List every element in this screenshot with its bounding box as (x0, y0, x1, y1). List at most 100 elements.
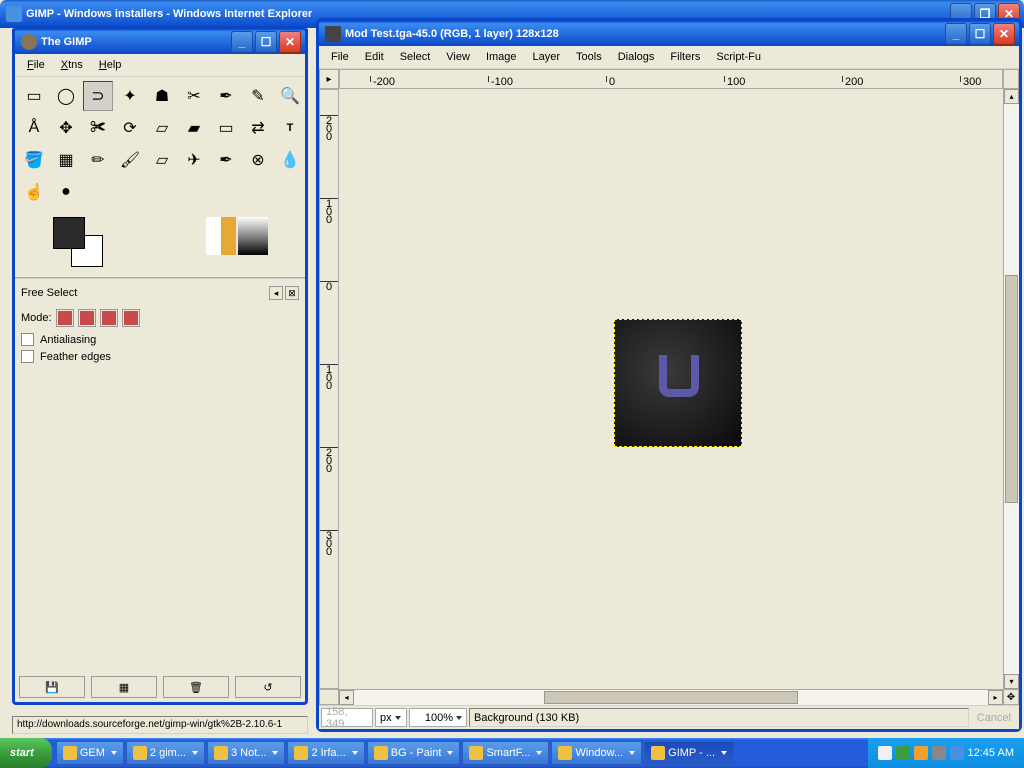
menu-file[interactable]: File (19, 56, 53, 74)
tool-shear[interactable]: ▰ (179, 113, 209, 143)
scroll-left-button[interactable]: ◂ (339, 690, 354, 705)
nav-corner-button[interactable]: ✥ (1003, 689, 1019, 705)
menu-select[interactable]: Select (392, 48, 439, 66)
taskbar-item[interactable]: 3 Not... (207, 741, 285, 765)
taskbar-item[interactable]: 2 gim... (126, 741, 205, 765)
scroll-right-button[interactable]: ▸ (988, 690, 1003, 705)
tool-fuzzy-select[interactable]: ✦ (115, 81, 145, 111)
menu-dialogs[interactable]: Dialogs (610, 48, 663, 66)
tool-rect-select[interactable]: ▭ (19, 81, 49, 111)
opts-close-button[interactable]: ⊠ (285, 286, 299, 300)
tool-free-select[interactable]: ⊃ (83, 81, 113, 111)
tool-airbrush[interactable]: ✈ (179, 145, 209, 175)
fg-color-swatch[interactable] (53, 217, 85, 249)
tool-blur[interactable]: 💧 (275, 145, 305, 175)
tray-network-icon[interactable] (950, 746, 964, 760)
taskbar-item[interactable]: SmartF... (462, 741, 549, 765)
menu-file[interactable]: File (323, 48, 357, 66)
status-zoom-select[interactable]: 100% (409, 708, 467, 727)
opts-save-button[interactable]: 💾 (19, 676, 85, 698)
tool-smudge[interactable]: ☝ (19, 177, 49, 207)
mode-subtract-button[interactable] (100, 309, 118, 327)
scroll-thumb-v[interactable] (1005, 275, 1018, 503)
tool-clone[interactable]: ⊗ (243, 145, 273, 175)
scroll-thumb-h[interactable] (544, 691, 798, 704)
tool-eraser[interactable]: ▱ (147, 145, 177, 175)
scroll-down-button[interactable]: ▾ (1004, 674, 1019, 689)
antialiasing-checkbox[interactable] (21, 333, 34, 346)
brush-indicator[interactable] (206, 217, 236, 255)
status-unit-select[interactable]: px (375, 708, 407, 727)
toolbox-close-button[interactable]: ✕ (279, 31, 301, 53)
scroll-up-button[interactable]: ▴ (1004, 89, 1019, 104)
menu-edit[interactable]: Edit (357, 48, 392, 66)
ruler-corner-toggle[interactable]: ▸ (319, 69, 339, 89)
tray-volume-icon[interactable] (932, 746, 946, 760)
image-maximize-button[interactable]: ☐ (969, 23, 991, 45)
tool-flip[interactable]: ⇄ (243, 113, 273, 143)
tool-dodge[interactable]: ● (51, 177, 81, 207)
tool-measure[interactable]: Å (19, 113, 49, 143)
taskbar-item[interactable]: Window... (551, 741, 642, 765)
ruler-tick: 100 (320, 364, 338, 390)
tool-scale[interactable]: ▱ (147, 113, 177, 143)
tool-perspective[interactable]: ▭ (211, 113, 241, 143)
tool-bucket-fill[interactable]: 🪣 (19, 145, 49, 175)
tool-move[interactable]: ✥ (51, 113, 81, 143)
image-layer[interactable] (614, 319, 742, 447)
gradient-indicator[interactable] (238, 217, 268, 255)
taskbar-clock[interactable]: 12:45 AM (968, 747, 1014, 759)
menu-view[interactable]: View (438, 48, 478, 66)
opts-reset-button[interactable]: ↺ (235, 676, 301, 698)
taskbar-item[interactable]: GEM (56, 741, 124, 765)
menu-layer[interactable]: Layer (525, 48, 569, 66)
task-item-label: BG - Paint (391, 747, 442, 759)
mode-replace-button[interactable] (56, 309, 74, 327)
taskbar-item[interactable]: GIMP - ... (644, 741, 734, 765)
status-cancel-button[interactable]: Cancel (971, 712, 1017, 724)
vertical-ruler[interactable]: 2001000100200300 (319, 89, 339, 689)
opts-menu-button[interactable]: ◂ (269, 286, 283, 300)
tool-rotate[interactable]: ⟳ (115, 113, 145, 143)
feather-checkbox[interactable] (21, 350, 34, 363)
menu-xtns[interactable]: Xtns (53, 56, 91, 74)
ruler-tick: -200 (370, 76, 395, 82)
canvas[interactable] (339, 89, 1003, 689)
menu-scriptfu[interactable]: Script-Fu (708, 48, 769, 66)
image-minimize-button[interactable]: _ (945, 23, 967, 45)
tool-blend[interactable]: ▦ (51, 145, 81, 175)
vertical-scrollbar[interactable]: ▴ ▾ (1003, 89, 1019, 689)
toolbox-minimize-button[interactable]: _ (231, 31, 253, 53)
horizontal-ruler[interactable]: -200-1000100200300 (339, 69, 1003, 89)
menu-tools[interactable]: Tools (568, 48, 610, 66)
start-button[interactable]: start (0, 738, 52, 768)
tool-ellipse-select[interactable]: ◯ (51, 81, 81, 111)
tool-zoom[interactable]: 🔍 (275, 81, 305, 111)
mode-add-button[interactable] (78, 309, 96, 327)
horizontal-scrollbar[interactable]: ◂ ▸ (339, 689, 1003, 705)
taskbar-item[interactable]: 2 Irfa... (287, 741, 364, 765)
tool-color-picker[interactable]: ✎ (243, 81, 273, 111)
image-close-button[interactable]: ✕ (993, 23, 1015, 45)
opts-delete-button[interactable]: 🗑 (163, 676, 229, 698)
menu-help[interactable]: Help (91, 56, 130, 74)
menu-filters[interactable]: Filters (662, 48, 708, 66)
tool-ink[interactable]: ✒ (211, 145, 241, 175)
tool-scissors[interactable]: ✂ (179, 81, 209, 111)
opts-restore-button[interactable]: ▦ (91, 676, 157, 698)
mode-intersect-button[interactable] (122, 309, 140, 327)
tool-paths[interactable]: ✒ (211, 81, 241, 111)
tool-crop[interactable]: ✀ (83, 113, 113, 143)
tray-icon[interactable] (896, 746, 910, 760)
color-swatches[interactable] (53, 217, 103, 267)
tool-paintbrush[interactable]: 🖌 (115, 145, 145, 175)
taskbar-item[interactable]: BG - Paint (367, 741, 461, 765)
tool-pencil[interactable]: ✏ (83, 145, 113, 175)
menu-image[interactable]: Image (478, 48, 525, 66)
system-tray[interactable]: 12:45 AM (868, 738, 1024, 768)
toolbox-maximize-button[interactable]: ☐ (255, 31, 277, 53)
tool-by-color-select[interactable]: ☗ (147, 81, 177, 111)
tray-icon[interactable] (878, 746, 892, 760)
tray-icon[interactable] (914, 746, 928, 760)
tool-text[interactable]: T (275, 113, 305, 143)
